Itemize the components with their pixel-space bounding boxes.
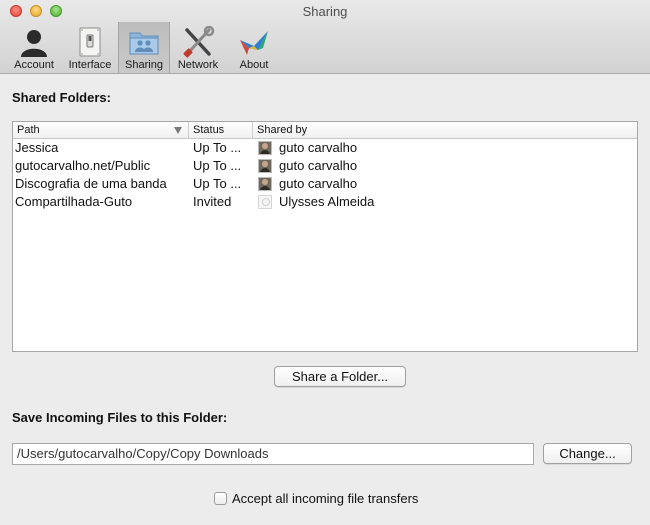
about-bird-icon <box>237 26 271 58</box>
row-path: Compartilhada-Guto <box>15 194 133 209</box>
avatar <box>258 159 272 173</box>
column-header-status-label: Status <box>193 124 225 136</box>
row-shared-by-name: guto carvalho <box>279 158 358 173</box>
account-icon <box>17 26 51 58</box>
row-shared-by: guto carvalho <box>253 157 637 175</box>
row-path: gutocarvalho.net/Public <box>15 158 151 173</box>
incoming-folder-heading: Save Incoming Files to this Folder: <box>12 410 228 425</box>
avatar <box>258 177 272 191</box>
toolbar-item-about[interactable]: About <box>226 22 282 73</box>
row-path: Discografia de uma banda <box>15 176 167 191</box>
row-status: Up To ... <box>193 176 242 191</box>
toolbar-label-interface: Interface <box>68 59 112 71</box>
row-status: Up To ... <box>193 158 242 173</box>
column-header-path-label: Path <box>17 124 40 136</box>
toolbar-label-sharing: Sharing <box>125 59 163 71</box>
network-tools-icon <box>181 25 215 58</box>
accept-all-transfers-option[interactable]: Accept all incoming file transfers <box>214 491 418 506</box>
column-header-shared-by[interactable]: Shared by <box>253 122 637 138</box>
row-shared-by: Ulysses Almeida <box>253 193 637 211</box>
toolbar-label-account: Account <box>14 59 54 71</box>
row-path: Jessica <box>15 140 59 155</box>
table-row[interactable]: Discografia de uma banda Up To ... guto … <box>13 175 637 193</box>
share-folder-button[interactable]: Share a Folder... <box>274 366 406 387</box>
column-header-status[interactable]: Status <box>189 122 253 138</box>
toolbar-item-interface[interactable]: Interface <box>62 22 118 73</box>
shared-folder-icon <box>127 26 161 58</box>
table-row[interactable]: gutocarvalho.net/Public Up To ... guto c… <box>13 157 637 175</box>
accept-all-label: Accept all incoming file transfers <box>232 491 419 506</box>
change-folder-button[interactable]: Change... <box>543 443 632 464</box>
toolbar-label-network: Network <box>177 59 219 71</box>
table-row[interactable]: Jessica Up To ... guto carvalho <box>13 139 637 157</box>
table-header: Path Status Shared by <box>13 122 637 139</box>
row-shared-by: guto carvalho <box>253 175 637 193</box>
row-shared-by-name: guto carvalho <box>279 176 358 191</box>
row-status: Invited <box>193 194 232 209</box>
accept-all-checkbox[interactable] <box>214 492 227 505</box>
interface-switch-icon <box>73 26 107 58</box>
toolbar-item-account[interactable]: Account <box>6 22 62 73</box>
sort-descending-icon <box>174 127 182 134</box>
row-status: Up To ... <box>193 140 242 155</box>
title-bar: Sharing Account Interface Sharing Networ… <box>0 0 650 74</box>
toolbar-label-about: About <box>239 59 269 71</box>
table-row[interactable]: Compartilhada-Guto Invited Ulysses Almei… <box>13 193 637 211</box>
column-header-path[interactable]: Path <box>13 122 189 138</box>
avatar <box>258 195 272 209</box>
row-shared-by: guto carvalho <box>253 139 637 157</box>
window-title: Sharing <box>302 4 348 19</box>
preferences-toolbar: Account Interface Sharing Network About <box>6 22 282 73</box>
avatar <box>258 141 272 155</box>
row-shared-by-name: Ulysses Almeida <box>279 194 375 209</box>
incoming-folder-path-field[interactable]: /Users/gutocarvalho/Copy/Copy Downloads <box>12 443 534 465</box>
preferences-window: Sharing Account Interface Sharing Networ… <box>0 0 650 525</box>
shared-folders-heading: Shared Folders: <box>12 90 111 105</box>
toolbar-item-sharing[interactable]: Sharing <box>118 22 170 73</box>
row-shared-by-name: guto carvalho <box>279 140 358 155</box>
shared-folders-table[interactable]: Path Status Shared by Jessica Up To ... … <box>12 121 638 352</box>
toolbar-item-network[interactable]: Network <box>170 22 226 73</box>
column-header-shared-by-label: Shared by <box>257 124 308 136</box>
